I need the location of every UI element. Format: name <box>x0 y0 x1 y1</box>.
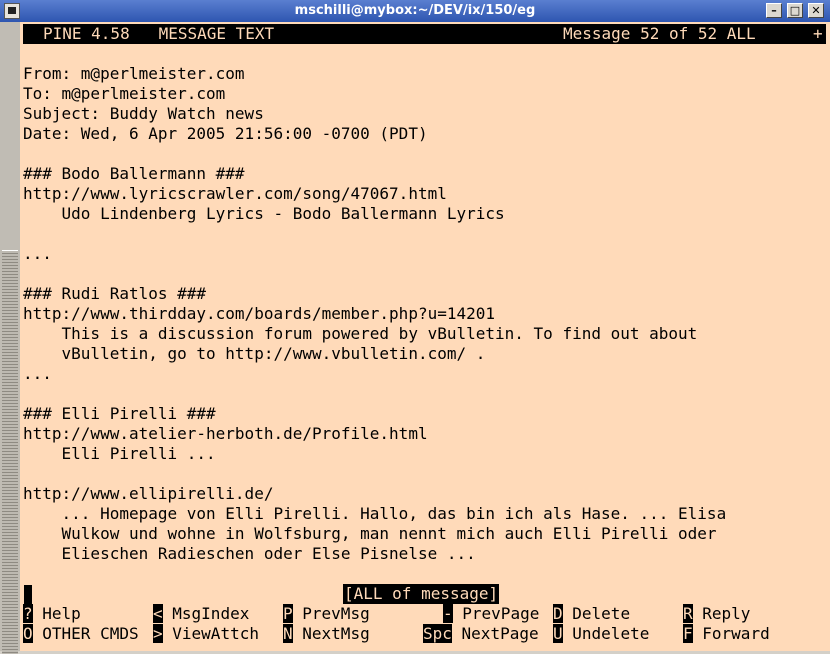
nextpage-command[interactable]: Spc NextPage <box>423 624 539 644</box>
reply-key: R <box>683 604 693 623</box>
to-header: To: m@perlmeister.com <box>23 84 226 103</box>
body-line: This is a discussion forum powered by vB… <box>23 324 698 343</box>
other-cmds-label: OTHER CMDS <box>32 624 139 643</box>
pine-header-bar: PINE 4.58 MESSAGE TEXT Message 52 of 52 … <box>23 24 826 44</box>
msgindex-label: MsgIndex <box>162 604 250 623</box>
nextmsg-label: NextMsg <box>292 624 370 643</box>
date-header: Date: Wed, 6 Apr 2005 21:56:00 -0700 (PD… <box>23 124 428 143</box>
vertical-scrollbar[interactable] <box>0 22 20 654</box>
body-line: Udo Lindenberg Lyrics - Bodo Ballermann … <box>23 204 505 223</box>
close-button[interactable]: ✕ <box>808 3 824 18</box>
body-line: Elli Pirelli ... <box>23 444 216 463</box>
body-line: ### Rudi Ratlos ### <box>23 284 207 303</box>
msgindex-key: < <box>153 604 163 623</box>
delete-key: D <box>553 604 563 623</box>
prevpage-key: - <box>443 604 453 623</box>
viewattch-key: > <box>153 624 163 643</box>
body-link[interactable]: http://www.thirdday.com/boards/member.ph… <box>23 304 495 324</box>
text-cursor <box>24 585 32 604</box>
undelete-command[interactable]: U Undelete <box>553 624 649 644</box>
nextmsg-key: N <box>283 624 293 643</box>
terminal-area[interactable]: PINE 4.58 MESSAGE TEXT Message 52 of 52 … <box>20 22 830 651</box>
nextmsg-command[interactable]: N NextMsg <box>283 624 370 644</box>
body-line: vBulletin, go to http://www.vbulletin.co… <box>23 344 486 363</box>
delete-label: Delete <box>562 604 631 623</box>
prevmsg-label: PrevMsg <box>292 604 370 623</box>
subject-header: Subject: Buddy Watch news <box>23 104 264 123</box>
forward-command[interactable]: F Forward <box>683 624 770 644</box>
pine-title: PINE 4.58 MESSAGE TEXT <box>43 24 275 43</box>
more-indicator: + <box>813 24 823 43</box>
forward-label: Forward <box>692 624 770 643</box>
from-header: From: m@perlmeister.com <box>23 64 245 83</box>
prevmsg-key: P <box>283 604 293 623</box>
body-line: ### Elli Pirelli ### <box>23 404 216 423</box>
other-cmds-key: O <box>23 624 33 643</box>
help-label: Help <box>32 604 81 623</box>
reply-label: Reply <box>692 604 751 623</box>
prevmsg-command[interactable]: P PrevMsg <box>283 604 370 624</box>
maximize-button[interactable]: □ <box>787 3 803 18</box>
scrollbar-thumb[interactable] <box>2 250 18 654</box>
viewattch-command[interactable]: > ViewAttch <box>153 624 259 644</box>
minimize-button[interactable]: – <box>766 3 782 18</box>
window-titlebar[interactable]: mschilli@mybox:~/DEV/ix/150/eg – □ ✕ <box>0 0 830 22</box>
body-link[interactable]: http://www.lyricscrawler.com/song/47067.… <box>23 184 447 204</box>
nextpage-label: NextPage <box>451 624 539 643</box>
prevpage-command[interactable]: - PrevPage <box>443 604 539 624</box>
body-line: ### Bodo Ballermann ### <box>23 164 245 183</box>
body-link[interactable]: http://www.ellipirelli.de/ <box>23 484 273 504</box>
forward-key: F <box>683 624 693 643</box>
body-line: ... <box>23 244 52 263</box>
other-cmds-command[interactable]: O OTHER CMDS <box>23 624 139 644</box>
window-title: mschilli@mybox:~/DEV/ix/150/eg <box>294 3 536 18</box>
viewattch-label: ViewAttch <box>162 624 259 643</box>
help-command[interactable]: ? Help <box>23 604 81 624</box>
body-line: ... Homepage von Elli Pirelli. Hallo, da… <box>23 504 727 523</box>
undelete-key: U <box>553 624 563 643</box>
help-key: ? <box>23 604 33 623</box>
reply-command[interactable]: R Reply <box>683 604 750 624</box>
prevpage-label: PrevPage <box>452 604 540 623</box>
status-message: [ALL of message] <box>343 584 500 604</box>
body-link[interactable]: http://www.atelier-herboth.de/Profile.ht… <box>23 424 428 444</box>
body-line: ... <box>23 364 52 383</box>
nextpage-key: Spc <box>423 624 452 643</box>
message-counter: Message 52 of 52 ALL <box>563 24 756 43</box>
delete-command[interactable]: D Delete <box>553 604 630 624</box>
terminal-window: mschilli@mybox:~/DEV/ix/150/eg – □ ✕ PIN… <box>0 0 830 654</box>
undelete-label: Undelete <box>562 624 650 643</box>
msgindex-command[interactable]: < MsgIndex <box>153 604 249 624</box>
body-line: Elieschen Radieschen oder Else Pisnelse … <box>23 544 476 563</box>
body-line: Wulkow und wohne in Wolfsburg, man nennt… <box>23 524 717 543</box>
